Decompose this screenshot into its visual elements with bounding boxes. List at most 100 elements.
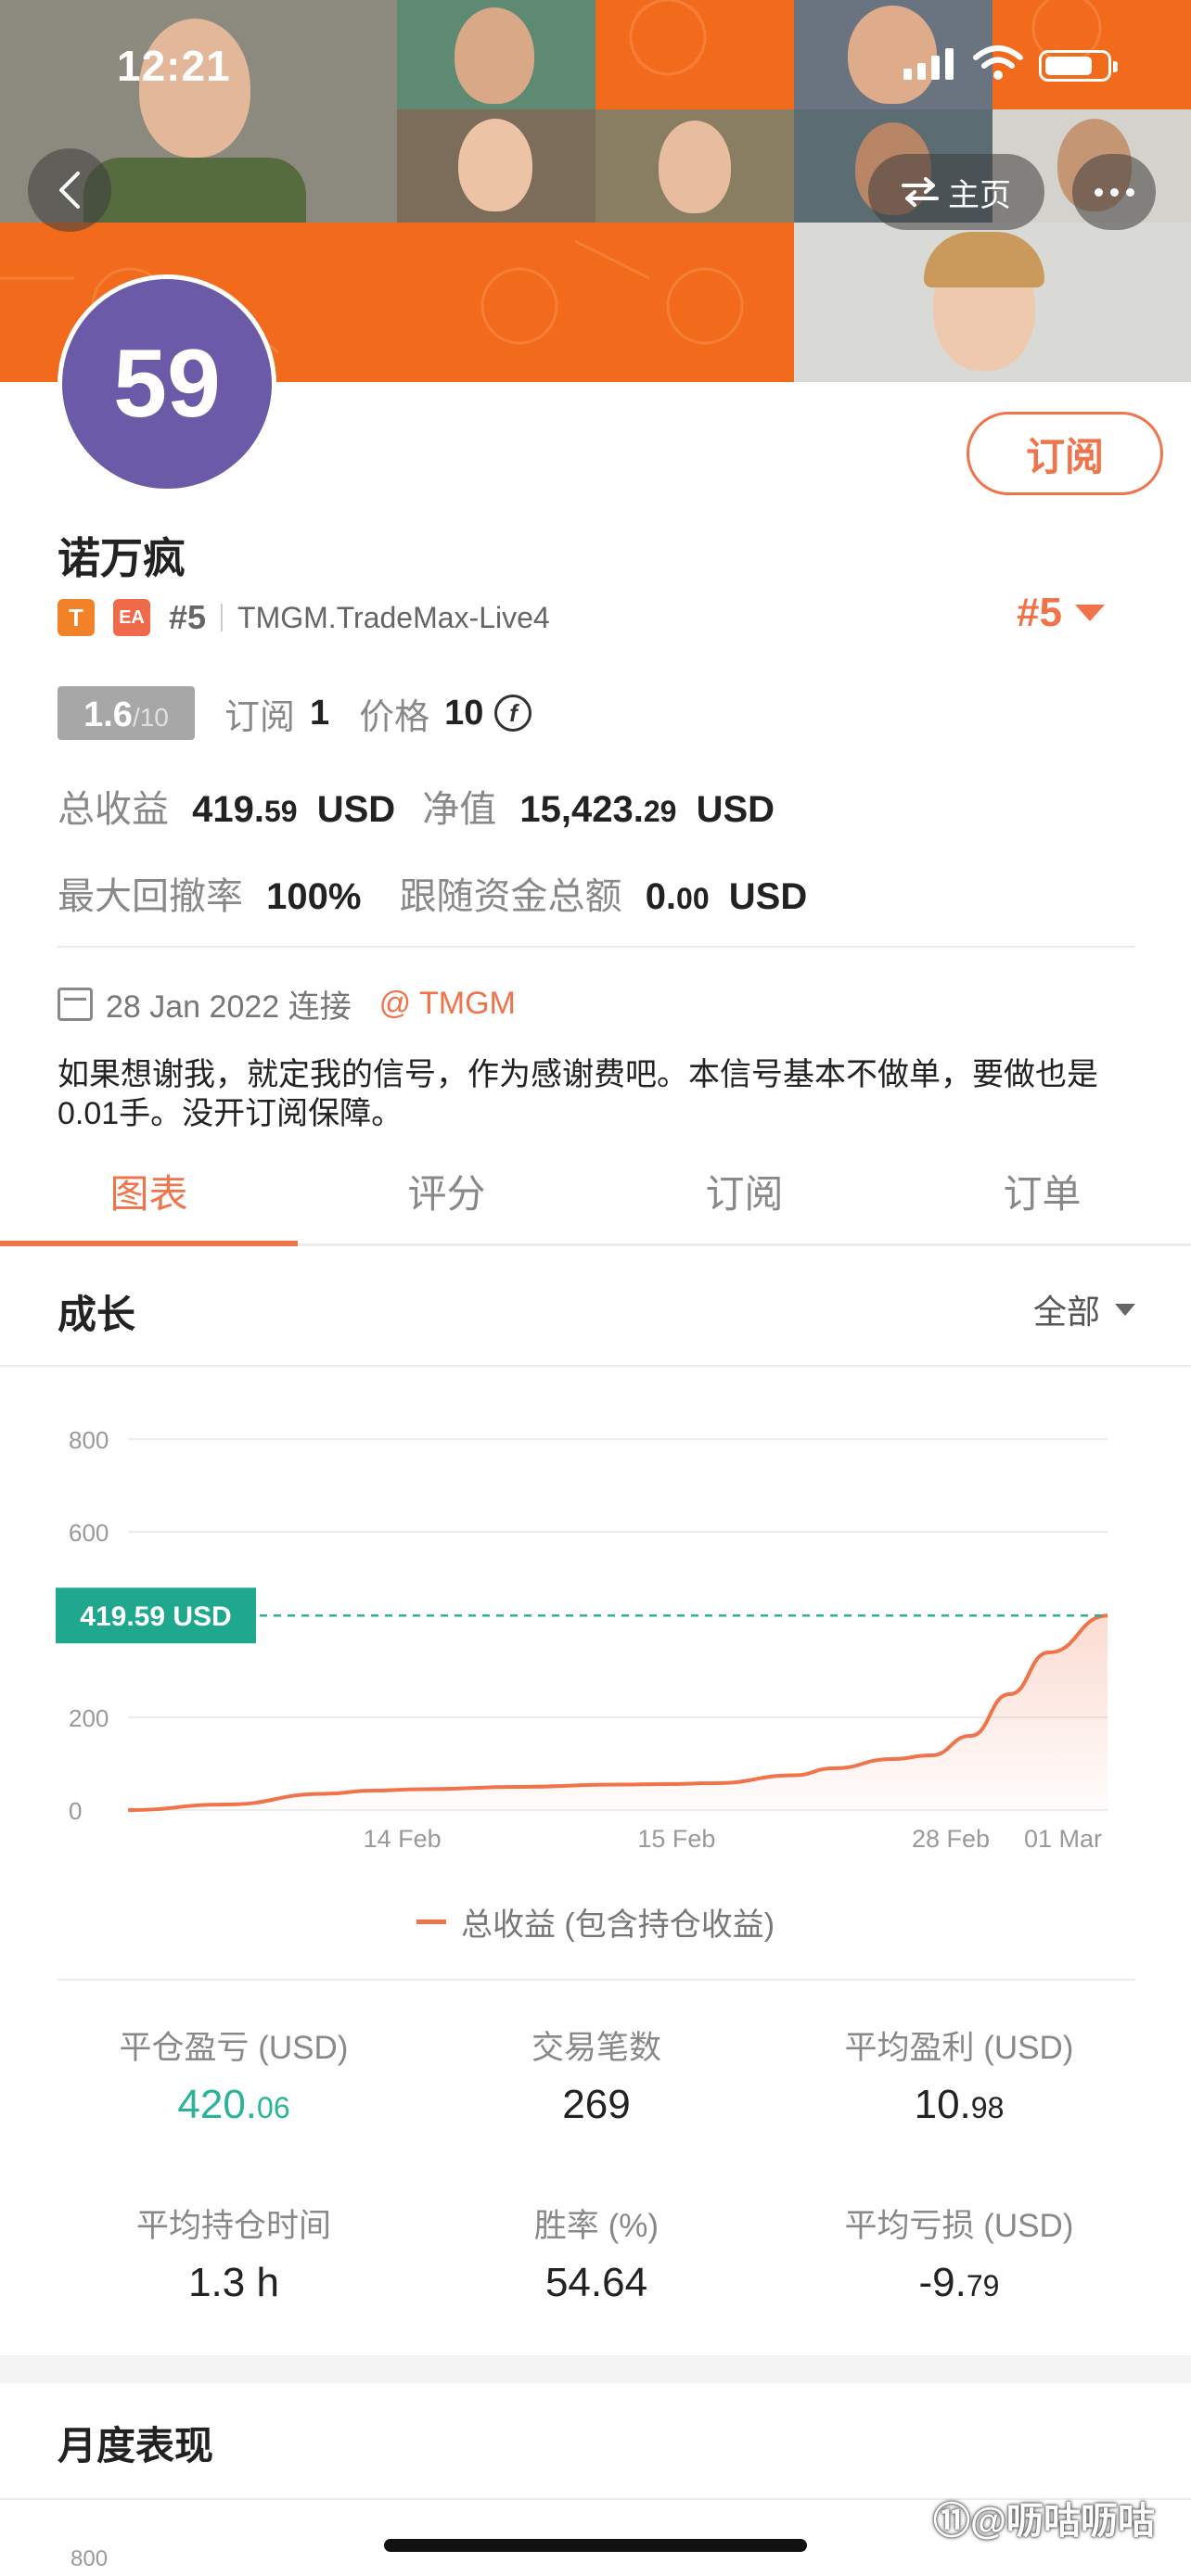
metric-value: 269 — [420, 2082, 773, 2128]
cellular-signal-icon — [903, 48, 954, 80]
tab-chart[interactable]: 图表 — [0, 1150, 298, 1246]
score-max: /10 — [132, 703, 169, 732]
y-tick-label: 200 — [69, 1704, 109, 1732]
growth-header: 成长 全部 — [0, 1246, 1191, 1367]
metric-value-main: 10. — [914, 2082, 971, 2127]
y-tick-label: 0 — [69, 1797, 82, 1825]
back-button[interactable] — [28, 148, 111, 232]
drawdown-row: 最大回撤率 100% 跟随资金总额 0.00 USD — [58, 866, 807, 920]
follow-funds-dec: 00 — [676, 882, 710, 915]
chart-legend: 总收益 (包含持仓收益) — [0, 1899, 1191, 1945]
follow-funds-unit: USD — [728, 876, 808, 917]
profit-equity-row: 总收益 419.59 USD 净值 15,423.29 USD — [58, 779, 775, 833]
more-dot-icon — [1094, 187, 1103, 197]
home-indicator[interactable] — [384, 2539, 807, 2552]
metric-value: 54.64 — [420, 2260, 773, 2306]
equity-dec: 29 — [643, 795, 677, 828]
subscribe-button[interactable]: 订阅 — [967, 412, 1163, 495]
metric-item: 平均持仓时间 1.3 h — [58, 2200, 410, 2306]
server-name: TMGM.TradeMax-Live4 — [237, 600, 550, 634]
tab-orders[interactable]: 订单 — [893, 1150, 1191, 1243]
current-value-label: 419.59 USD — [80, 1601, 231, 1632]
metric-item: 平仓盈亏 (USD) 420.06 — [58, 2021, 410, 2128]
tag-ea-badge: EA — [113, 599, 150, 636]
battery-icon — [1039, 50, 1118, 82]
rank-dropdown-label: #5 — [1017, 590, 1062, 635]
home-button-label: 主页 — [948, 177, 1011, 213]
metric-label: 平仓盈亏 (USD) — [119, 2030, 349, 2066]
metric-value: -9.79 — [783, 2260, 1135, 2306]
score-value: 1.6 — [83, 695, 133, 734]
total-profit-unit: USD — [316, 789, 396, 830]
metric-item: 胜率 (%) 54.64 — [420, 2200, 773, 2306]
y-tick-label: 800 — [69, 1426, 109, 1454]
x-tick-label: 28 Feb — [912, 1825, 990, 1853]
growth-chart: 800 600 200 0 14 Feb 15 Feb 28 Feb 01 Mar 419.59… — [56, 1426, 1108, 1853]
more-options-button[interactable] — [1072, 154, 1156, 230]
metric-value-decimal: 79 — [966, 2269, 1000, 2302]
metric-label: 平均持仓时间 — [135, 2208, 331, 2244]
tag-row: T EA #5 TMGM.TradeMax-Live4 — [58, 593, 550, 642]
metric-value-main: 420. — [177, 2082, 258, 2127]
x-tick-label: 14 Feb — [364, 1825, 442, 1853]
legend-label: 总收益 (包含持仓收益) — [460, 1907, 775, 1943]
connection-row: 28 Jan 2022 连接 @ TMGM — [58, 981, 516, 1027]
growth-title: 成长 — [58, 1293, 136, 1336]
caret-down-icon — [1074, 605, 1105, 621]
calendar-icon — [58, 987, 93, 1021]
series-area — [128, 1615, 1108, 1810]
signal-name: 诺万疯 — [58, 534, 186, 582]
score-row: 1.6 /10 订阅 1 价格 10 f — [58, 686, 532, 740]
tab-rating[interactable]: 评分 — [298, 1150, 596, 1243]
metric-value: 10.98 — [783, 2082, 1135, 2128]
metric-value-main: 269 — [562, 2082, 631, 2127]
follow-funds-int: 0. — [645, 876, 677, 917]
section-gap — [0, 2355, 1191, 2383]
tab-subscription[interactable]: 订阅 — [596, 1150, 893, 1243]
avatar: 59 — [58, 274, 276, 493]
more-dot-icon — [1109, 187, 1119, 197]
watermark: ⑪@呖咕呖咕 — [933, 2501, 1156, 2542]
metric-value-decimal: 06 — [257, 2091, 290, 2124]
metric-value: 420.06 — [58, 2082, 410, 2128]
total-profit-dec: 59 — [263, 795, 298, 828]
rank-label: #5 — [169, 598, 207, 636]
tag-t-badge: T — [58, 599, 95, 636]
subscribe-count-value: 1 — [310, 693, 330, 733]
equity-label: 净值 — [422, 789, 497, 830]
chevron-left-icon — [59, 172, 80, 209]
metric-value-main: 54.64 — [544, 2260, 648, 2305]
rank-dropdown[interactable]: #5 — [1017, 590, 1105, 636]
x-tick-label: 01 Mar — [1024, 1825, 1102, 1853]
wifi-icon — [973, 45, 1023, 80]
divider — [58, 946, 1135, 948]
metric-label: 胜率 (%) — [533, 2208, 660, 2244]
legend-swatch — [416, 1919, 446, 1924]
tab-bar: 图表 评分 订阅 订单 — [0, 1150, 1191, 1246]
metric-value-main: -9. — [918, 2260, 967, 2305]
swap-arrows-icon — [902, 177, 939, 207]
equity-unit: USD — [696, 789, 775, 830]
subscribe-count-label: 订阅 — [224, 697, 296, 737]
drawdown-label: 最大回撤率 — [58, 876, 243, 917]
y-tick-label: 600 — [69, 1519, 109, 1547]
signal-description: 如果想谢我，就定我的信号，作为感谢费吧。本信号基本不做单，要做也是0.01手。没… — [58, 1057, 1098, 1131]
caret-down-icon — [1115, 1303, 1135, 1316]
price-value: 10 — [444, 693, 484, 733]
metric-item: 平均盈利 (USD) 10.98 — [783, 2021, 1135, 2128]
metric-label: 平均亏损 (USD) — [844, 2208, 1074, 2244]
home-button[interactable]: 主页 — [868, 154, 1044, 230]
more-dot-icon — [1125, 187, 1134, 197]
metrics-grid: 平仓盈亏 (USD) 420.06 交易笔数 269 平均盈利 (USD) 10.98 平均… — [58, 1979, 1135, 2305]
divider — [221, 604, 224, 631]
metric-label: 平均盈利 (USD) — [844, 2030, 1074, 2066]
follow-funds-label: 跟随资金总额 — [399, 876, 622, 917]
monthly-axis-tick: 800 — [70, 2546, 109, 2571]
price-label: 价格 — [359, 697, 430, 737]
drawdown-value: 100% — [266, 876, 362, 917]
broker-link[interactable]: @ TMGM — [379, 986, 516, 1022]
connection-date: 28 Jan 2022 连接 — [106, 989, 352, 1025]
range-select[interactable]: 全部 — [1033, 1285, 1135, 1333]
score-badge: 1.6 /10 — [58, 686, 195, 740]
metric-value-decimal: 98 — [970, 2091, 1005, 2124]
